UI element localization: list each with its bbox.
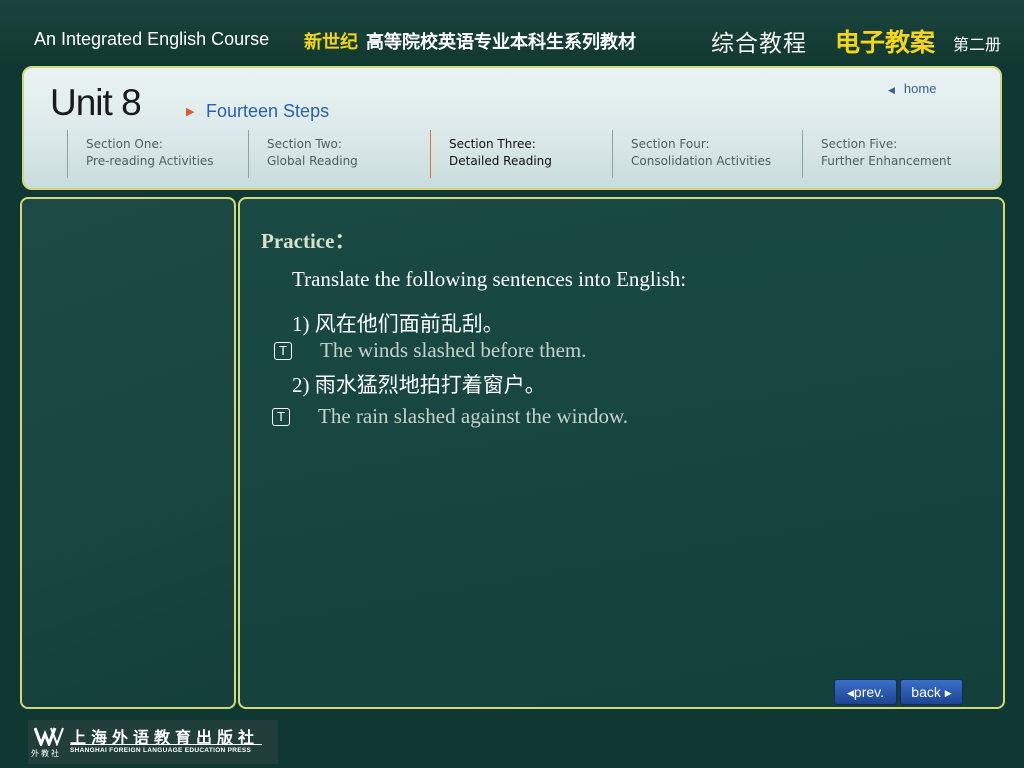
book-title-cn: 综合教程 [711, 31, 807, 57]
unit-subtitle: Fourteen Steps [206, 101, 330, 121]
volume-title-cn: 第二册 [953, 35, 1002, 54]
top-banner: An Integrated English Course 新世纪 高等院校英语专… [0, 0, 1024, 64]
course-title-cn-new: 新世纪 [304, 32, 358, 52]
unit-header-panel: Unit 8 ▶ Fourteen Steps ◀ home Section On… [22, 66, 1002, 190]
section-one-title: Section One: [86, 137, 163, 151]
section-four-name: Consolidation Activities [631, 154, 772, 168]
section-four-tab[interactable]: Section Four: Consolidation Activities [612, 130, 802, 178]
t-icon[interactable]: T [274, 342, 292, 360]
section-three-tab[interactable]: Section Three: Detailed Reading [430, 130, 612, 178]
publisher-w-logo-icon [34, 727, 64, 746]
answer-sentence-1: The winds slashed before them. [320, 338, 587, 362]
section-three-title: Section Three: [449, 137, 536, 151]
section-nav: Section One: Pre-reading Activities Sect… [24, 128, 1000, 180]
practice-heading: Practice： [261, 229, 356, 253]
publisher-name-en: SHANGHAI FOREIGN LANGUAGE EDUCATION PRES… [70, 747, 252, 754]
section-two-name: Global Reading [267, 154, 358, 168]
prev-button[interactable]: ◀prev. [834, 679, 897, 705]
section-four-title: Section Four: [631, 137, 710, 151]
course-title-en: An Integrated English Course [34, 29, 270, 49]
right-triangle-icon: ▶ [944, 688, 952, 698]
publisher-logo: 外教社 上海外语教育出版社 SHANGHAI FOREIGN LANGUAGE … [28, 720, 278, 764]
section-three-name: Detailed Reading [449, 154, 552, 168]
footer: 外教社 上海外语教育出版社 SHANGHAI FOREIGN LANGUAGE … [0, 712, 1024, 768]
section-two-title: Section Two: [267, 137, 342, 151]
left-arrow-icon: ◀ [888, 85, 895, 95]
section-one-tab[interactable]: Section One: Pre-reading Activities [67, 130, 249, 178]
side-panel [20, 197, 236, 709]
section-five-name: Further Enhancement [821, 154, 952, 168]
t-icon[interactable]: T [272, 408, 290, 426]
content-panel: Practice： Translate the following senten… [238, 197, 1005, 709]
chinese-sentence-2: 2) 雨水猛烈地拍打着窗户。 [292, 373, 546, 397]
subtitle-arrow-icon: ▶ [186, 106, 195, 118]
section-five-tab[interactable]: Section Five: Further Enhancement [802, 130, 992, 178]
answer-sentence-2: The rain slashed against the window. [318, 404, 629, 428]
section-one-name: Pre-reading Activities [86, 154, 214, 168]
chinese-sentence-1: 1) 风在他们面前乱刮。 [292, 312, 504, 336]
home-link[interactable]: ◀ home [888, 81, 936, 96]
practice-instruction: Translate the following sentences into E… [292, 267, 687, 291]
back-button[interactable]: back ▶ [900, 679, 963, 705]
edition-title-cn: 电子教案 [835, 29, 936, 57]
publisher-divider [70, 744, 262, 745]
prev-label: prev. [853, 684, 884, 700]
back-label: back [911, 684, 941, 700]
publisher-short-name: 外教社 [31, 749, 61, 758]
home-label: home [903, 81, 937, 96]
left-triangle-icon: ◀ [846, 688, 854, 698]
section-two-tab[interactable]: Section Two: Global Reading [248, 130, 430, 178]
section-five-title: Section Five: [821, 137, 898, 151]
unit-title: Unit 8 [50, 82, 142, 123]
course-title-cn-series: 高等院校英语专业本科生系列教材 [366, 32, 636, 52]
